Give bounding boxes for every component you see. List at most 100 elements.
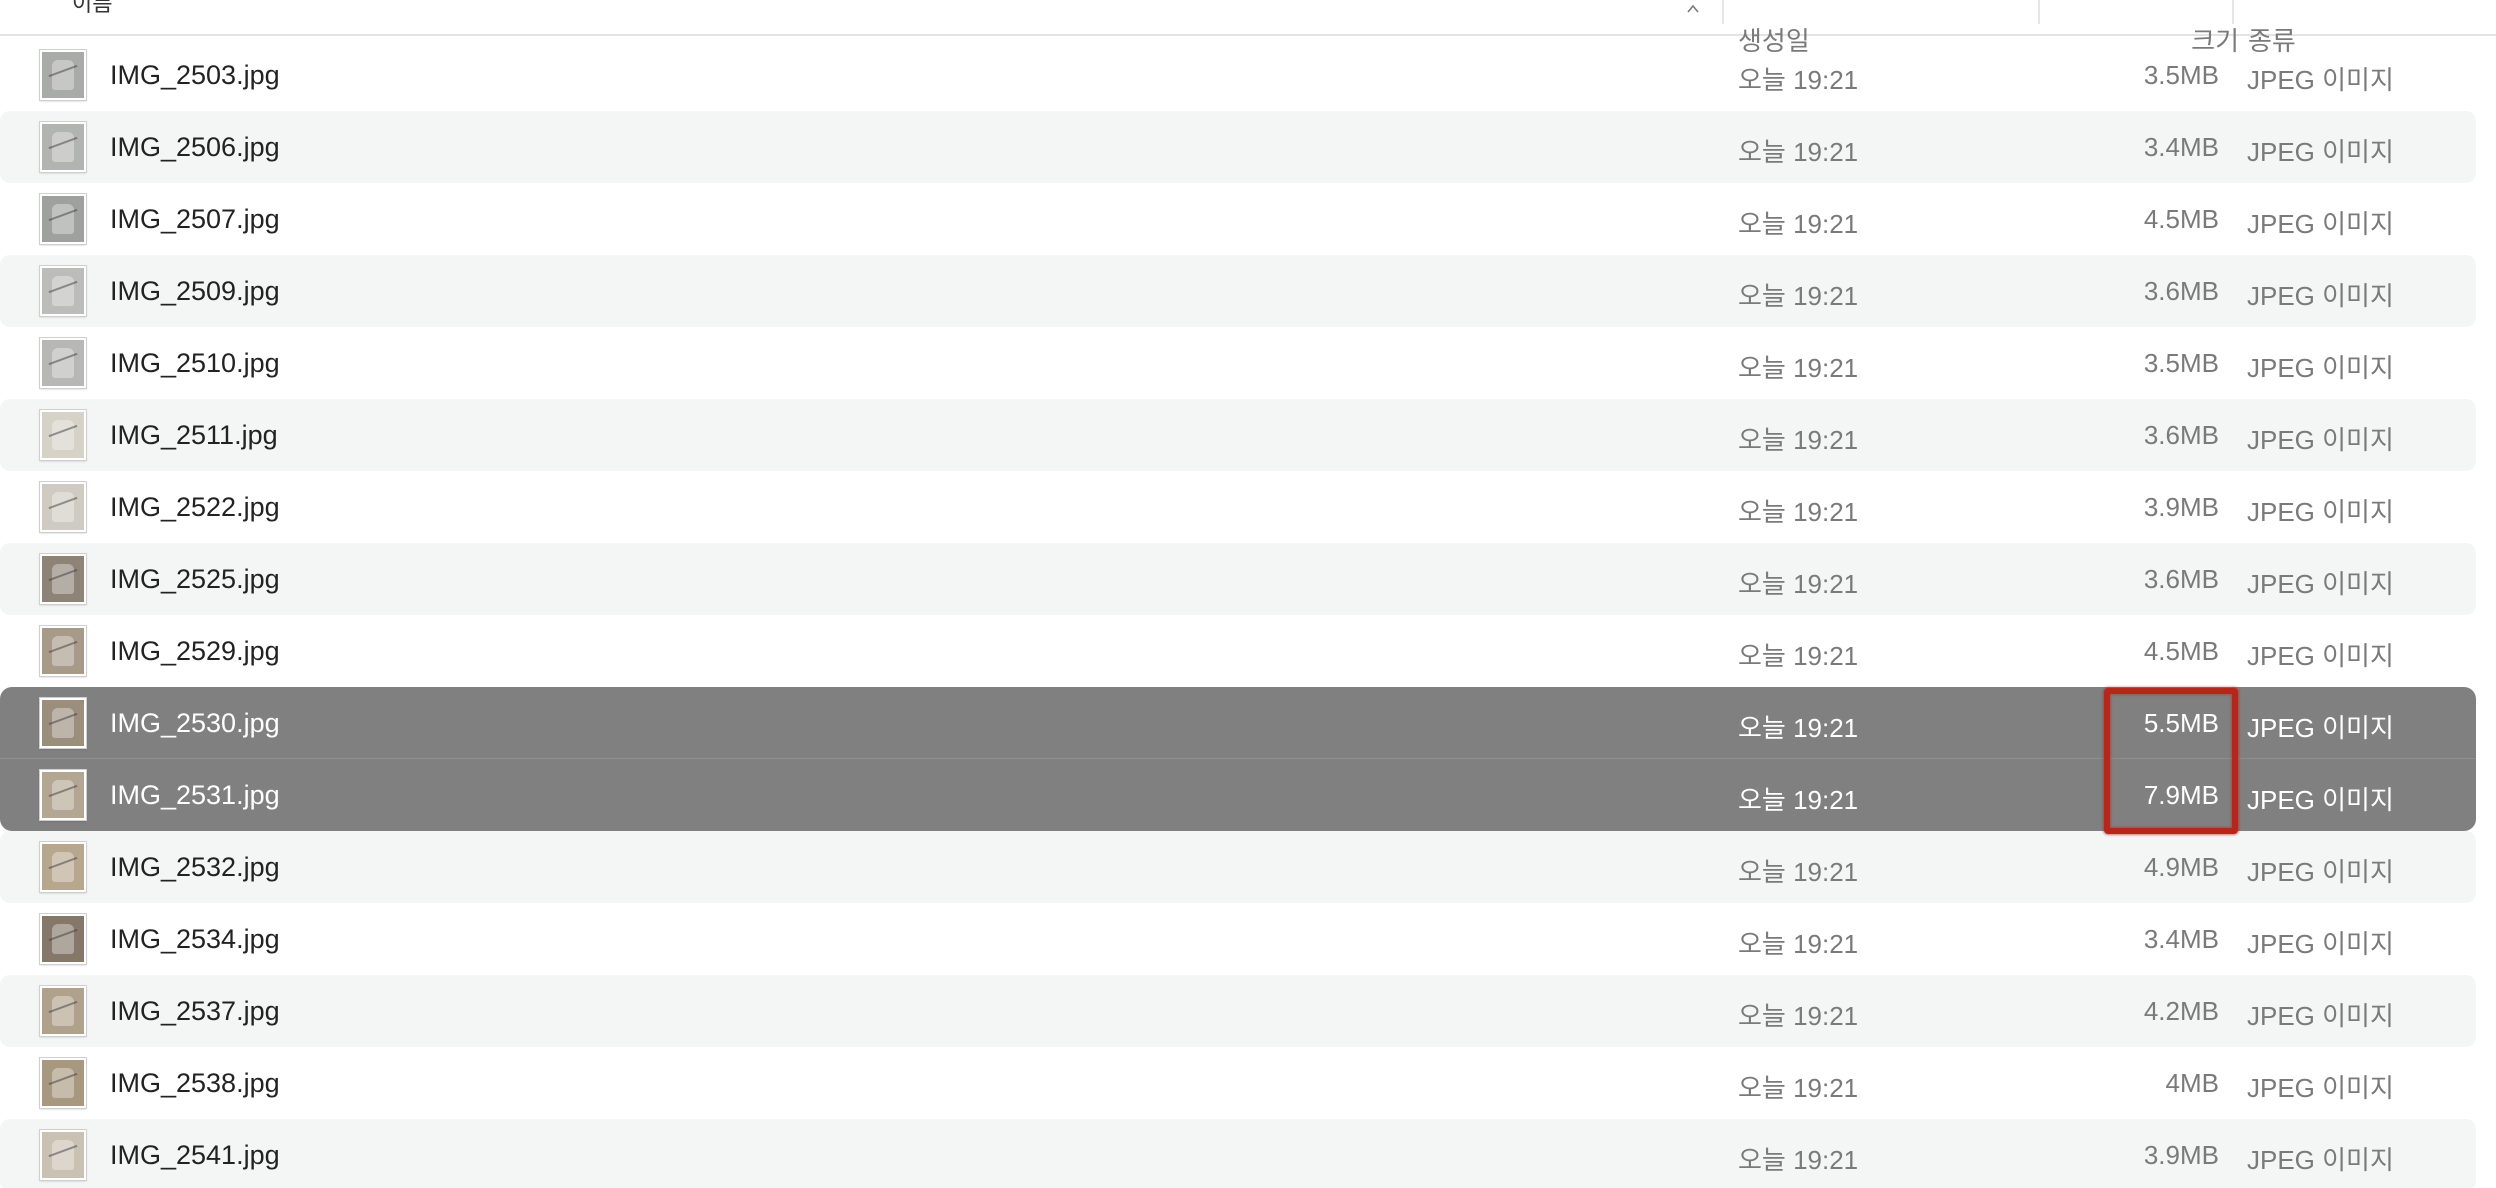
file-created: 오늘 19:21 bbox=[1738, 1073, 1859, 1103]
file-size: 4.2MB bbox=[2143, 996, 2219, 1026]
image-thumbnail-icon bbox=[40, 122, 86, 172]
file-kind: JPEG 이미지 bbox=[2247, 641, 2394, 671]
file-created: 오늘 19:21 bbox=[1738, 1145, 1859, 1175]
file-row[interactable]: IMG_2525.jpg 오늘 19:21 3.6MB JPEG 이미지 bbox=[0, 543, 2476, 615]
thumbnail-garment bbox=[52, 492, 74, 522]
thumbnail-garment bbox=[52, 60, 74, 90]
image-thumbnail-icon bbox=[40, 842, 86, 892]
file-size: 5.5MB bbox=[2143, 708, 2219, 738]
image-thumbnail-icon bbox=[40, 410, 86, 460]
file-created: 오늘 19:21 bbox=[1738, 929, 1859, 959]
file-created: 오늘 19:21 bbox=[1738, 713, 1859, 743]
file-row[interactable]: IMG_2509.jpg 오늘 19:21 3.6MB JPEG 이미지 bbox=[0, 255, 2476, 327]
sort-ascending-icon[interactable] bbox=[1686, 2, 1700, 16]
file-kind: JPEG 이미지 bbox=[2247, 65, 2394, 95]
image-thumbnail-icon bbox=[40, 554, 86, 604]
file-size: 3.4MB bbox=[2143, 132, 2219, 162]
file-name: IMG_2538.jpg bbox=[110, 1068, 280, 1098]
file-kind: JPEG 이미지 bbox=[2247, 569, 2394, 599]
file-kind: JPEG 이미지 bbox=[2247, 281, 2394, 311]
file-row[interactable]: IMG_2531.jpg 오늘 19:21 7.9MB JPEG 이미지 bbox=[0, 759, 2476, 831]
file-name: IMG_2532.jpg bbox=[110, 852, 280, 882]
file-row[interactable]: IMG_2530.jpg 오늘 19:21 5.5MB JPEG 이미지 bbox=[0, 687, 2476, 759]
thumbnail-garment bbox=[52, 636, 74, 666]
image-thumbnail-icon bbox=[40, 482, 86, 532]
file-name: IMG_2503.jpg bbox=[110, 60, 280, 90]
thumbnail-garment bbox=[52, 276, 74, 306]
file-kind: JPEG 이미지 bbox=[2247, 137, 2394, 167]
file-row[interactable]: IMG_2522.jpg 오늘 19:21 3.9MB JPEG 이미지 bbox=[0, 471, 2476, 543]
image-thumbnail-icon bbox=[40, 266, 86, 316]
file-name: IMG_2530.jpg bbox=[110, 708, 280, 738]
file-created: 오늘 19:21 bbox=[1738, 353, 1859, 383]
file-created: 오늘 19:21 bbox=[1738, 281, 1859, 311]
file-size: 3.6MB bbox=[2143, 420, 2219, 450]
thumbnail-garment bbox=[52, 132, 74, 162]
image-thumbnail-icon bbox=[40, 338, 86, 388]
image-thumbnail-icon bbox=[40, 1130, 86, 1180]
file-name: IMG_2537.jpg bbox=[110, 996, 280, 1026]
file-size: 3.6MB bbox=[2143, 276, 2219, 306]
finder-list-view: 이름 생성일 크기 종류 IMG_2503.jpg 오늘 19:21 3.5MB JP… bbox=[0, 0, 2496, 1188]
file-row[interactable]: IMG_2538.jpg 오늘 19:21 4MB JPEG 이미지 bbox=[0, 1047, 2476, 1119]
image-thumbnail-icon bbox=[40, 914, 86, 964]
image-thumbnail-icon bbox=[40, 986, 86, 1036]
file-list: IMG_2503.jpg 오늘 19:21 3.5MB JPEG 이미지 IMG_250… bbox=[0, 39, 2496, 1188]
image-thumbnail-icon bbox=[40, 770, 86, 820]
column-header: 이름 생성일 크기 종류 bbox=[0, 0, 2496, 56]
file-size: 3.4MB bbox=[2143, 924, 2219, 954]
thumbnail-garment bbox=[52, 924, 74, 954]
file-kind: JPEG 이미지 bbox=[2247, 209, 2394, 239]
image-thumbnail-icon bbox=[40, 1058, 86, 1108]
file-size: 3.9MB bbox=[2143, 1140, 2219, 1170]
file-size: 3.5MB bbox=[2143, 348, 2219, 378]
file-name: IMG_2534.jpg bbox=[110, 924, 280, 954]
thumbnail-garment bbox=[52, 1140, 74, 1170]
thumbnail-garment bbox=[52, 996, 74, 1026]
file-created: 오늘 19:21 bbox=[1738, 569, 1859, 599]
file-row[interactable]: IMG_2510.jpg 오늘 19:21 3.5MB JPEG 이미지 bbox=[0, 327, 2476, 399]
file-kind: JPEG 이미지 bbox=[2247, 929, 2394, 959]
file-row[interactable]: IMG_2541.jpg 오늘 19:21 3.9MB JPEG 이미지 bbox=[0, 1119, 2476, 1188]
file-row[interactable]: IMG_2506.jpg 오늘 19:21 3.4MB JPEG 이미지 bbox=[0, 111, 2476, 183]
file-kind: JPEG 이미지 bbox=[2247, 713, 2394, 743]
file-row[interactable]: IMG_2507.jpg 오늘 19:21 4.5MB JPEG 이미지 bbox=[0, 183, 2476, 255]
file-name: IMG_2529.jpg bbox=[110, 636, 280, 666]
thumbnail-garment bbox=[52, 852, 74, 882]
file-row[interactable]: IMG_2534.jpg 오늘 19:21 3.4MB JPEG 이미지 bbox=[0, 903, 2476, 975]
file-created: 오늘 19:21 bbox=[1738, 1001, 1859, 1031]
thumbnail-garment bbox=[52, 780, 74, 810]
file-row[interactable]: IMG_2529.jpg 오늘 19:21 4.5MB JPEG 이미지 bbox=[0, 615, 2476, 687]
image-thumbnail-icon bbox=[40, 50, 86, 100]
column-divider[interactable] bbox=[1722, 0, 1724, 24]
file-created: 오늘 19:21 bbox=[1738, 641, 1859, 671]
file-size: 3.5MB bbox=[2143, 60, 2219, 90]
file-row[interactable]: IMG_2511.jpg 오늘 19:21 3.6MB JPEG 이미지 bbox=[0, 399, 2476, 471]
column-divider[interactable] bbox=[2232, 0, 2234, 24]
file-created: 오늘 19:21 bbox=[1738, 425, 1859, 455]
file-created: 오늘 19:21 bbox=[1738, 497, 1859, 527]
image-thumbnail-icon bbox=[40, 626, 86, 676]
file-created: 오늘 19:21 bbox=[1738, 65, 1859, 95]
column-divider[interactable] bbox=[2038, 0, 2040, 24]
thumbnail-garment bbox=[52, 1068, 74, 1098]
file-kind: JPEG 이미지 bbox=[2247, 353, 2394, 383]
thumbnail-garment bbox=[52, 420, 74, 450]
file-size: 3.9MB bbox=[2143, 492, 2219, 522]
file-kind: JPEG 이미지 bbox=[2247, 1145, 2394, 1175]
image-thumbnail-icon bbox=[40, 194, 86, 244]
file-size: 4.9MB bbox=[2143, 852, 2219, 882]
file-row[interactable]: IMG_2503.jpg 오늘 19:21 3.5MB JPEG 이미지 bbox=[0, 39, 2476, 111]
file-size: 3.6MB bbox=[2143, 564, 2219, 594]
column-header-name[interactable]: 이름 bbox=[72, 0, 112, 18]
file-size: 4.5MB bbox=[2143, 204, 2219, 234]
file-row[interactable]: IMG_2537.jpg 오늘 19:21 4.2MB JPEG 이미지 bbox=[0, 975, 2476, 1047]
file-name: IMG_2507.jpg bbox=[110, 204, 280, 234]
thumbnail-garment bbox=[52, 564, 74, 594]
file-name: IMG_2511.jpg bbox=[110, 420, 278, 450]
thumbnail-garment bbox=[52, 348, 74, 378]
thumbnail-garment bbox=[52, 708, 74, 738]
file-size: 4MB bbox=[2165, 1068, 2219, 1098]
file-kind: JPEG 이미지 bbox=[2247, 785, 2394, 815]
file-row[interactable]: IMG_2532.jpg 오늘 19:21 4.9MB JPEG 이미지 bbox=[0, 831, 2476, 903]
